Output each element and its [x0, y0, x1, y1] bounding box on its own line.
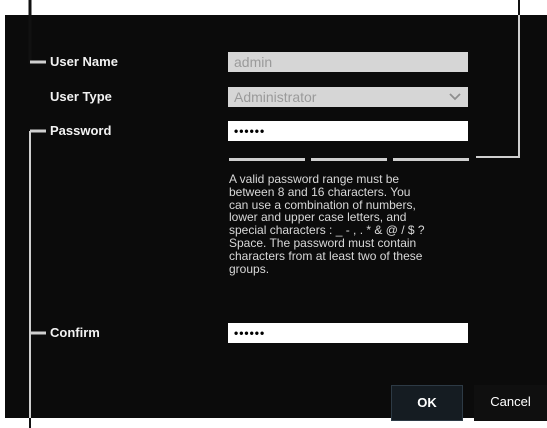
strength-meter-segment-2: [311, 158, 387, 161]
confirm-label: Confirm: [50, 325, 100, 340]
ok-button[interactable]: OK: [391, 385, 463, 421]
chevron-down-icon: [449, 93, 461, 101]
confirm-password-input[interactable]: ••••••: [228, 323, 468, 343]
user-type-value: Administrator: [234, 89, 317, 105]
cancel-button[interactable]: Cancel: [474, 385, 547, 421]
strength-meter-segment-3: [393, 158, 469, 161]
password-label: Password: [50, 123, 112, 138]
password-input[interactable]: ••••••: [228, 121, 468, 141]
user-type-label: User Type: [50, 89, 112, 104]
callout-line-user-name: [28, 0, 46, 64]
user-type-select[interactable]: Administrator: [228, 87, 468, 107]
strength-meter-segment-1: [229, 158, 305, 161]
user-name-field: admin: [228, 52, 468, 72]
callout-line-strength: [476, 0, 520, 158]
user-name-label: User Name: [50, 54, 118, 69]
password-help-text: A valid password range must be between 8…: [229, 172, 425, 276]
